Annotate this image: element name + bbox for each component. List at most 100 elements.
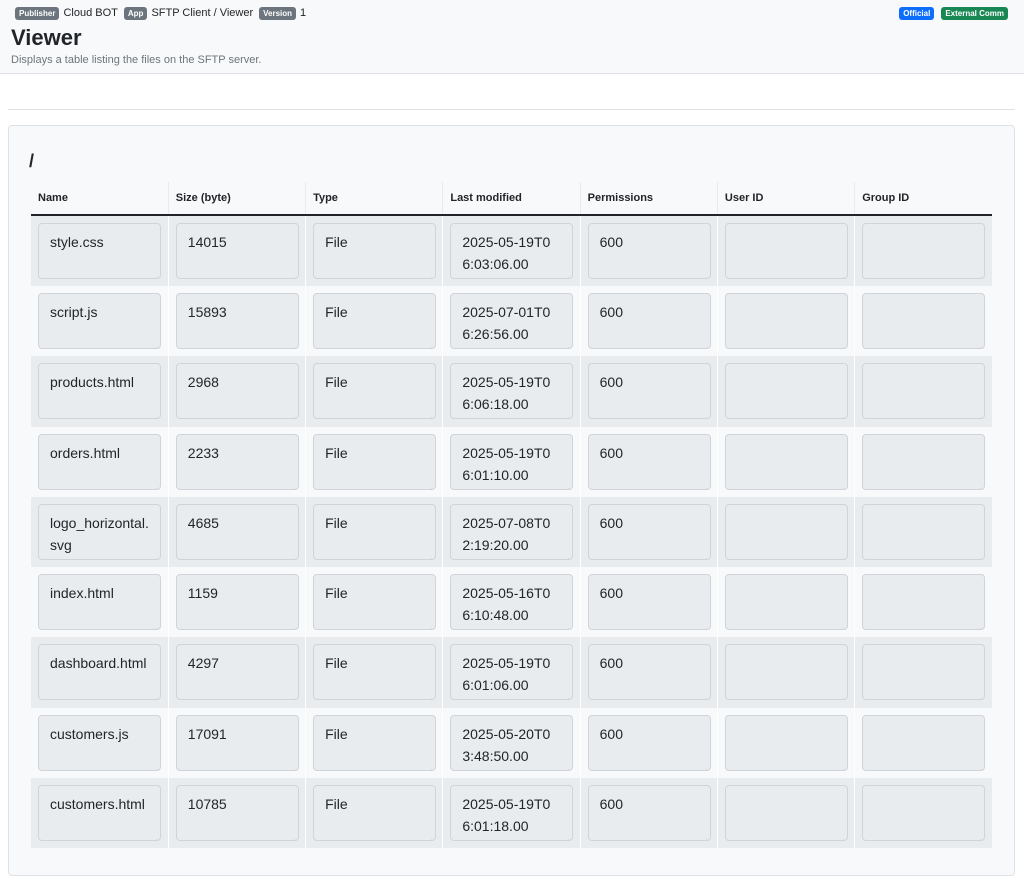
resize-handle-icon[interactable] (974, 408, 982, 419)
group-id-field[interactable] (862, 785, 986, 842)
modified-field[interactable]: 2025-05-19T06:06:18.00 (450, 363, 574, 420)
resize-handle-icon[interactable] (425, 689, 433, 700)
user-id-field[interactable] (724, 433, 848, 490)
resize-handle-icon[interactable] (288, 830, 296, 841)
resize-handle-icon[interactable] (974, 760, 982, 770)
resize-handle-icon[interactable] (150, 479, 158, 489)
resize-handle-icon[interactable] (150, 760, 158, 770)
group-id-field[interactable] (862, 644, 986, 701)
type-field[interactable]: File (313, 293, 437, 349)
resize-handle-icon[interactable] (425, 549, 433, 559)
type-field[interactable]: File (313, 714, 437, 771)
resize-handle-icon[interactable] (700, 830, 708, 841)
group-id-field[interactable] (862, 293, 986, 349)
resize-handle-icon[interactable] (150, 689, 158, 700)
modified-field[interactable]: 2025-05-19T06:01:18.00 (450, 785, 574, 842)
size-field[interactable]: 4685 (175, 503, 299, 560)
resize-handle-icon[interactable] (837, 689, 845, 700)
modified-field[interactable]: 2025-07-08T02:19:20.00 (450, 503, 574, 560)
resize-handle-icon[interactable] (837, 338, 845, 348)
resize-handle-icon[interactable] (974, 619, 982, 630)
resize-handle-icon[interactable] (150, 619, 158, 630)
type-field[interactable]: File (313, 785, 437, 842)
group-id-field[interactable] (862, 223, 986, 279)
resize-handle-icon[interactable] (562, 268, 570, 278)
permissions-field[interactable]: 600 (587, 574, 711, 631)
size-field[interactable]: 4297 (175, 644, 299, 701)
group-id-field[interactable] (862, 503, 986, 560)
resize-handle-icon[interactable] (288, 689, 296, 700)
resize-handle-icon[interactable] (700, 268, 708, 278)
resize-handle-icon[interactable] (974, 830, 982, 841)
modified-field[interactable]: 2025-05-19T06:01:06.00 (450, 644, 574, 701)
resize-handle-icon[interactable] (288, 760, 296, 770)
resize-handle-icon[interactable] (700, 338, 708, 348)
type-field[interactable]: File (313, 363, 437, 420)
resize-handle-icon[interactable] (150, 830, 158, 841)
permissions-field[interactable]: 600 (587, 433, 711, 490)
resize-handle-icon[interactable] (425, 338, 433, 348)
type-field[interactable]: File (313, 574, 437, 631)
resize-handle-icon[interactable] (837, 549, 845, 559)
resize-handle-icon[interactable] (700, 479, 708, 489)
user-id-field[interactable] (724, 223, 848, 279)
name-field[interactable]: customers.js (38, 714, 161, 771)
size-field[interactable]: 17091 (175, 714, 299, 771)
resize-handle-icon[interactable] (837, 760, 845, 770)
name-field[interactable]: dashboard.html (38, 644, 161, 701)
user-id-field[interactable] (724, 293, 848, 349)
resize-handle-icon[interactable] (700, 549, 708, 559)
resize-handle-icon[interactable] (700, 408, 708, 419)
group-id-field[interactable] (862, 714, 986, 771)
resize-handle-icon[interactable] (837, 268, 845, 278)
resize-handle-icon[interactable] (974, 338, 982, 348)
type-field[interactable]: File (313, 223, 437, 279)
modified-field[interactable]: 2025-05-20T03:48:50.00 (450, 714, 574, 771)
permissions-field[interactable]: 600 (587, 644, 711, 701)
permissions-field[interactable]: 600 (587, 503, 711, 560)
size-field[interactable]: 14015 (175, 223, 299, 279)
resize-handle-icon[interactable] (562, 619, 570, 630)
resize-handle-icon[interactable] (425, 268, 433, 278)
resize-handle-icon[interactable] (288, 408, 296, 419)
resize-handle-icon[interactable] (150, 549, 158, 559)
resize-handle-icon[interactable] (425, 760, 433, 770)
resize-handle-icon[interactable] (288, 549, 296, 559)
user-id-field[interactable] (724, 574, 848, 631)
user-id-field[interactable] (724, 644, 848, 701)
group-id-field[interactable] (862, 363, 986, 420)
resize-handle-icon[interactable] (425, 408, 433, 419)
resize-handle-icon[interactable] (288, 479, 296, 489)
resize-handle-icon[interactable] (562, 408, 570, 419)
resize-handle-icon[interactable] (974, 479, 982, 489)
resize-handle-icon[interactable] (700, 760, 708, 770)
resize-handle-icon[interactable] (425, 830, 433, 841)
resize-handle-icon[interactable] (150, 268, 158, 278)
permissions-field[interactable]: 600 (587, 363, 711, 420)
name-field[interactable]: customers.html (38, 785, 161, 842)
modified-field[interactable]: 2025-05-16T06:10:48.00 (450, 574, 574, 631)
name-field[interactable]: script.js (38, 293, 161, 349)
resize-handle-icon[interactable] (562, 338, 570, 348)
permissions-field[interactable]: 600 (587, 785, 711, 842)
resize-handle-icon[interactable] (837, 408, 845, 419)
size-field[interactable]: 10785 (175, 785, 299, 842)
resize-handle-icon[interactable] (562, 549, 570, 559)
permissions-field[interactable]: 600 (587, 223, 711, 279)
user-id-field[interactable] (724, 363, 848, 420)
permissions-field[interactable]: 600 (587, 293, 711, 349)
resize-handle-icon[interactable] (700, 619, 708, 630)
resize-handle-icon[interactable] (288, 268, 296, 278)
resize-handle-icon[interactable] (974, 549, 982, 559)
type-field[interactable]: File (313, 433, 437, 490)
resize-handle-icon[interactable] (562, 479, 570, 489)
resize-handle-icon[interactable] (700, 689, 708, 700)
user-id-field[interactable] (724, 714, 848, 771)
resize-handle-icon[interactable] (150, 408, 158, 419)
size-field[interactable]: 1159 (175, 574, 299, 631)
type-field[interactable]: File (313, 503, 437, 560)
resize-handle-icon[interactable] (562, 689, 570, 700)
group-id-field[interactable] (862, 433, 986, 490)
resize-handle-icon[interactable] (562, 760, 570, 770)
permissions-field[interactable]: 600 (587, 714, 711, 771)
